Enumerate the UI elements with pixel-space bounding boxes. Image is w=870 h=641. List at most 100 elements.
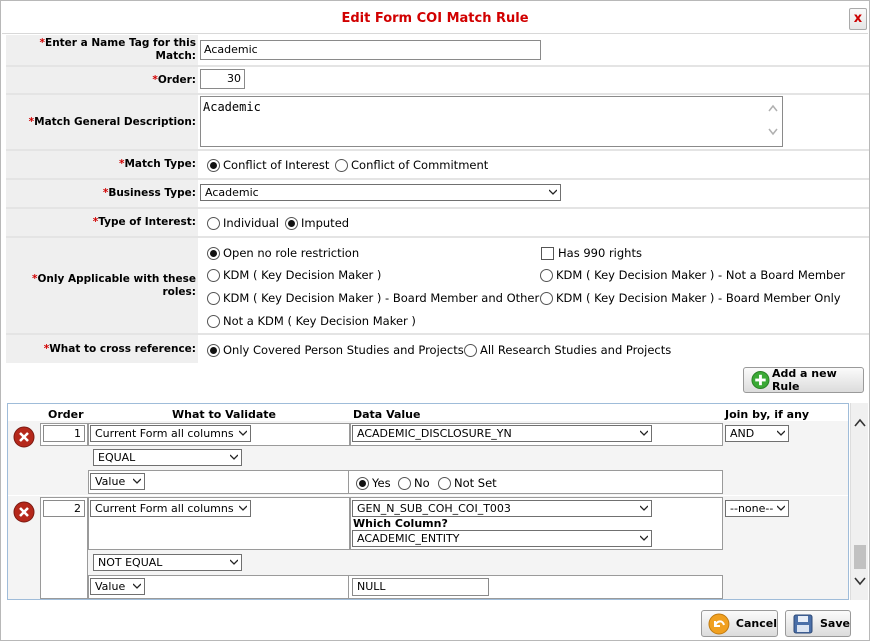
order-label: *Order: bbox=[6, 67, 198, 93]
rule-join-select[interactable]: AND bbox=[725, 425, 789, 442]
col-data-value-header: Data Value bbox=[353, 408, 421, 421]
match-type-row: *Match Type: Conflict of Interest Confli… bbox=[1, 151, 869, 178]
which-column-label: Which Column? bbox=[353, 517, 448, 530]
value-no-radio[interactable]: No bbox=[398, 476, 430, 490]
chevron-down-icon bbox=[239, 430, 247, 436]
rule-data-value-select[interactable]: ACADEMIC_DISCLOSURE_YN bbox=[352, 425, 652, 442]
name-tag-input[interactable]: Academic bbox=[200, 40, 541, 60]
cross-ref-all-radio[interactable]: All Research Studies and Projects bbox=[464, 343, 671, 357]
radio-unselected-icon bbox=[540, 291, 553, 305]
chevron-down-icon bbox=[230, 454, 238, 460]
radio-selected-icon bbox=[356, 476, 369, 490]
business-type-label: *Business Type: bbox=[6, 180, 198, 207]
interest-imputed-radio[interactable]: Imputed bbox=[285, 216, 349, 230]
radio-unselected-icon bbox=[438, 476, 451, 490]
role-kdm-radio[interactable]: KDM ( Key Decision Maker ) bbox=[207, 268, 381, 282]
radio-unselected-icon bbox=[207, 268, 220, 282]
chevron-down-icon bbox=[133, 478, 141, 484]
chevron-down-icon bbox=[640, 535, 648, 541]
roles-row: *Only Applicable with these roles: Open … bbox=[1, 238, 869, 333]
floppy-disk-icon bbox=[793, 614, 813, 633]
rule-join-select[interactable]: --none-- bbox=[725, 500, 789, 517]
chevron-down-icon bbox=[777, 430, 785, 436]
save-button[interactable]: Save bbox=[785, 610, 851, 637]
chevron-down-icon bbox=[239, 505, 247, 511]
match-type-label: *Match Type: bbox=[6, 151, 198, 178]
name-tag-row: *Enter a Name Tag for this Match: Academ… bbox=[1, 35, 869, 65]
close-button[interactable]: x bbox=[849, 8, 867, 30]
business-type-select[interactable]: Academic bbox=[200, 184, 561, 201]
role-open-radio[interactable]: Open no role restriction bbox=[207, 246, 359, 260]
role-kdm-board-other-radio[interactable]: KDM ( Key Decision Maker ) - Board Membe… bbox=[207, 291, 539, 305]
rule-order-input[interactable]: 2 bbox=[43, 500, 85, 517]
radio-unselected-icon bbox=[398, 476, 411, 490]
textarea-scroll-down-icon[interactable] bbox=[766, 127, 780, 137]
chevron-down-icon bbox=[777, 505, 785, 511]
rule-validate-select[interactable]: Current Form all columns bbox=[90, 500, 251, 517]
radio-selected-icon bbox=[207, 246, 220, 260]
add-rule-button[interactable]: Add a new Rule bbox=[743, 367, 864, 393]
interest-individual-radio[interactable]: Individual bbox=[207, 216, 279, 230]
radio-selected-icon bbox=[207, 343, 220, 357]
chevron-down-icon bbox=[230, 559, 238, 565]
plus-circle-icon bbox=[751, 371, 770, 389]
radio-unselected-icon bbox=[207, 291, 220, 305]
type-of-interest-row: *Type of Interest: Individual Imputed bbox=[1, 209, 869, 236]
type-of-interest-label: *Type of Interest: bbox=[6, 209, 198, 236]
description-text: Academic bbox=[203, 100, 261, 114]
role-not-kdm-radio[interactable]: Not a KDM ( Key Decision Maker ) bbox=[207, 314, 416, 328]
radio-unselected-icon bbox=[207, 216, 220, 230]
match-type-conflict-interest-radio[interactable]: Conflict of Interest bbox=[207, 158, 329, 172]
cross-reference-label: *What to cross reference: bbox=[6, 335, 198, 363]
cross-ref-covered-radio[interactable]: Only Covered Person Studies and Projects bbox=[207, 343, 464, 357]
checkbox-icon bbox=[541, 246, 554, 260]
radio-selected-icon bbox=[207, 158, 220, 172]
delete-rule-icon[interactable] bbox=[13, 501, 35, 523]
rules-table: Order What to Validate Data Value Join b… bbox=[7, 403, 849, 600]
rule-value-type-select[interactable]: Value bbox=[90, 473, 145, 490]
radio-selected-icon bbox=[285, 216, 298, 230]
undo-arrow-icon bbox=[708, 613, 730, 634]
rule-operator-select[interactable]: EQUAL bbox=[93, 449, 242, 466]
radio-unselected-icon bbox=[540, 268, 553, 282]
col-order-header: Order bbox=[48, 408, 84, 421]
delete-rule-icon[interactable] bbox=[13, 426, 35, 448]
value-yes-radio[interactable]: Yes bbox=[356, 476, 391, 490]
description-textarea[interactable]: Academic bbox=[200, 96, 783, 147]
business-type-row: *Business Type: Academic bbox=[1, 180, 869, 207]
cancel-button[interactable]: Cancel bbox=[701, 610, 778, 637]
chevron-down-icon bbox=[133, 583, 141, 589]
col-validate-header: What to Validate bbox=[172, 408, 277, 421]
rule-value-type-select[interactable]: Value bbox=[90, 578, 145, 595]
match-type-conflict-commitment-radio[interactable]: Conflict of Commitment bbox=[335, 158, 488, 172]
scroll-down-icon[interactable] bbox=[854, 575, 866, 587]
radio-unselected-icon bbox=[464, 343, 477, 357]
col-join-header: Join by, if any bbox=[725, 408, 810, 421]
rule-validate-select[interactable]: Current Form all columns bbox=[90, 425, 251, 442]
order-row: *Order: 30 bbox=[1, 67, 869, 93]
scroll-thumb[interactable] bbox=[854, 545, 866, 569]
rule-value-input[interactable]: NULL bbox=[352, 578, 489, 596]
chevron-down-icon bbox=[640, 505, 648, 511]
cross-reference-row: *What to cross reference: Only Covered P… bbox=[1, 335, 869, 363]
scroll-up-icon[interactable] bbox=[854, 417, 866, 429]
rules-scrollbar[interactable] bbox=[850, 403, 868, 600]
textarea-scroll-up-icon[interactable] bbox=[766, 103, 780, 113]
rule-order-input[interactable]: 1 bbox=[43, 425, 85, 442]
role-kdm-not-board-radio[interactable]: KDM ( Key Decision Maker ) - Not a Board… bbox=[540, 268, 845, 282]
radio-unselected-icon bbox=[335, 158, 348, 172]
value-not-set-radio[interactable]: Not Set bbox=[438, 476, 497, 490]
chevron-down-icon bbox=[549, 189, 557, 195]
role-kdm-board-only-radio[interactable]: KDM ( Key Decision Maker ) - Board Membe… bbox=[540, 291, 841, 305]
rule-operator-select[interactable]: NOT EQUAL bbox=[93, 554, 242, 571]
description-label: *Match General Description: bbox=[6, 95, 198, 149]
rule-data-value-select[interactable]: GEN_N_SUB_COH_COI_T003 bbox=[352, 500, 652, 517]
has-990-rights-checkbox[interactable]: Has 990 rights bbox=[541, 246, 642, 260]
description-row: *Match General Description: Academic bbox=[1, 95, 869, 149]
which-column-select[interactable]: ACADEMIC_ENTITY bbox=[352, 530, 652, 547]
chevron-down-icon bbox=[640, 430, 648, 436]
order-input[interactable]: 30 bbox=[200, 69, 245, 89]
name-tag-label: *Enter a Name Tag for this Match: bbox=[6, 35, 198, 65]
roles-label: *Only Applicable with these roles: bbox=[6, 238, 198, 333]
radio-unselected-icon bbox=[207, 314, 220, 328]
